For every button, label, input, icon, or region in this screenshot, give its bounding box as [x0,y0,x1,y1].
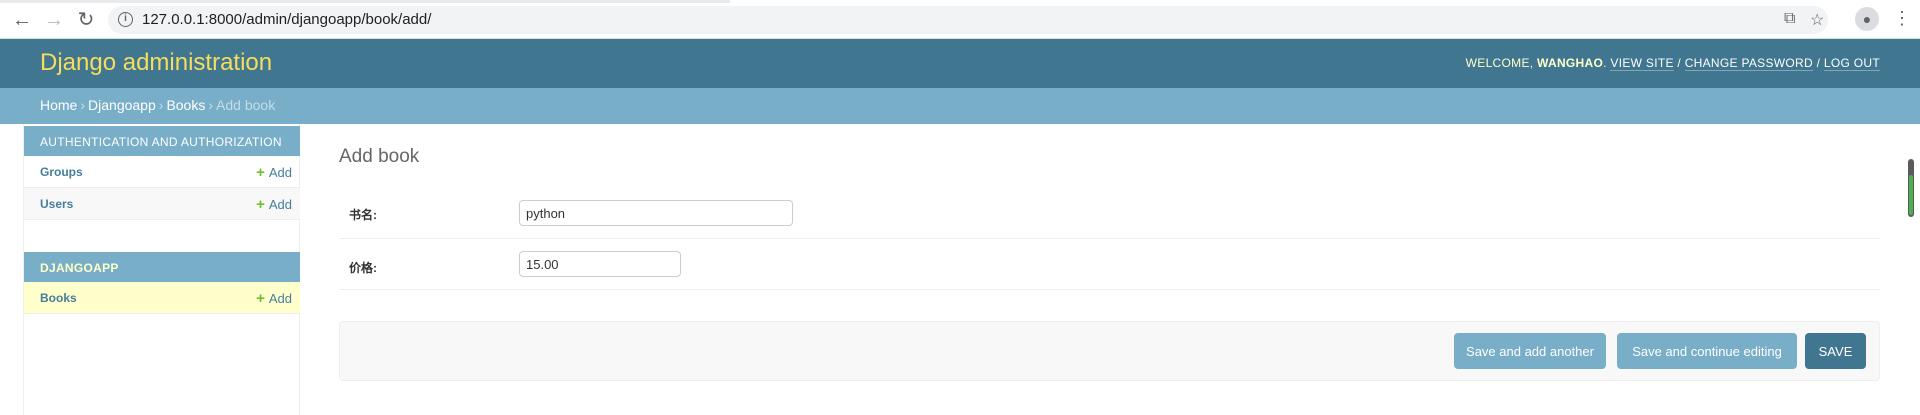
add-label[interactable]: Add [269,165,292,180]
form-row-name: 书名: [339,184,1880,239]
submit-row: Save and add another Save and continue e… [339,321,1880,381]
scrollbar-thumb[interactable] [1909,175,1913,215]
plus-icon: + [256,196,265,213]
url-text[interactable]: 127.0.0.1:8000/admin/djangoapp/book/add/ [142,11,431,28]
breadcrumb-sep: › [158,97,164,113]
view-site-link[interactable]: VIEW SITE [1610,56,1674,71]
translate-icon[interactable]: ⧉ [1784,10,1795,28]
breadcrumb: Home › Djangoapp › Books › Add book [0,88,1920,124]
reload-icon[interactable]: ↻ [74,8,98,32]
log-out-link[interactable]: LOG OUT [1823,56,1880,71]
add-books-link[interactable]: + Add [256,290,292,307]
username: WANGHAO [1537,56,1604,70]
sidebar-item-books[interactable]: Books + Add [24,282,300,314]
form-row-price: 价格: [339,239,1880,290]
change-password-link[interactable]: CHANGE PASSWORD [1684,56,1813,71]
site-brand[interactable]: Django administration [40,49,272,77]
breadcrumb-home[interactable]: Home [40,97,77,113]
welcome-text: WELCOME, [1465,56,1538,70]
plus-icon: + [256,164,265,181]
sidebar-item-label[interactable]: Books [40,291,77,305]
save-button[interactable]: SAVE [1805,333,1866,369]
sidebar-item-label[interactable]: Users [40,197,73,211]
sidebar-item-groups[interactable]: Groups + Add [24,156,300,188]
breadcrumb-current: Add book [216,97,276,113]
address-bar[interactable]: i 127.0.0.1:8000/admin/djangoapp/book/ad… [108,6,1828,34]
sidebar-item-label[interactable]: Groups [40,165,83,179]
sidebar-item-users[interactable]: Users + Add [24,188,300,220]
plus-icon: + [256,290,265,307]
breadcrumb-djangoapp[interactable]: Djangoapp [88,97,156,113]
profile-icon[interactable]: ● [1855,7,1879,31]
name-field[interactable] [519,200,793,226]
admin-header: Django administration WELCOME, WANGHAO. … [0,39,1920,88]
scrollbar[interactable] [1908,159,1914,217]
save-and-continue-button[interactable]: Save and continue editing [1617,333,1797,369]
price-field[interactable] [519,251,681,277]
add-groups-link[interactable]: + Add [256,164,292,181]
module-caption[interactable]: DJANGOAPP [24,252,300,282]
price-label: 价格: [349,261,377,275]
info-icon[interactable]: i [118,12,133,27]
user-tools: WELCOME, WANGHAO. VIEW SITE / CHANGE PAS… [1465,56,1880,71]
forward-icon[interactable]: → [42,8,66,32]
name-label: 书名: [349,208,377,222]
browser-toolbar: ← → ↻ i 127.0.0.1:8000/admin/djangoapp/b… [0,0,1920,39]
back-icon[interactable]: ← [10,8,34,32]
breadcrumb-sep: › [80,97,86,113]
star-icon[interactable]: ☆ [1810,10,1824,30]
tab-strip [0,0,730,3]
breadcrumb-books[interactable]: Books [166,97,205,113]
module-auth: AUTHENTICATION AND AUTHORIZATION Groups +… [24,126,300,220]
nav-sidebar: AUTHENTICATION AND AUTHORIZATION Groups +… [23,124,300,415]
add-label[interactable]: Add [269,197,292,212]
separator: / [1673,56,1685,70]
module-djangoapp: DJANGOAPP Books + Add [24,252,300,314]
save-and-add-another-button[interactable]: Save and add another [1454,333,1606,369]
module-caption[interactable]: AUTHENTICATION AND AUTHORIZATION [24,126,300,156]
menu-icon[interactable]: ⋮ [1893,8,1911,28]
separator: / [1812,56,1824,70]
breadcrumb-sep: › [208,97,214,113]
add-users-link[interactable]: + Add [256,196,292,213]
page-title: Add book [339,146,420,167]
add-label[interactable]: Add [269,291,292,306]
